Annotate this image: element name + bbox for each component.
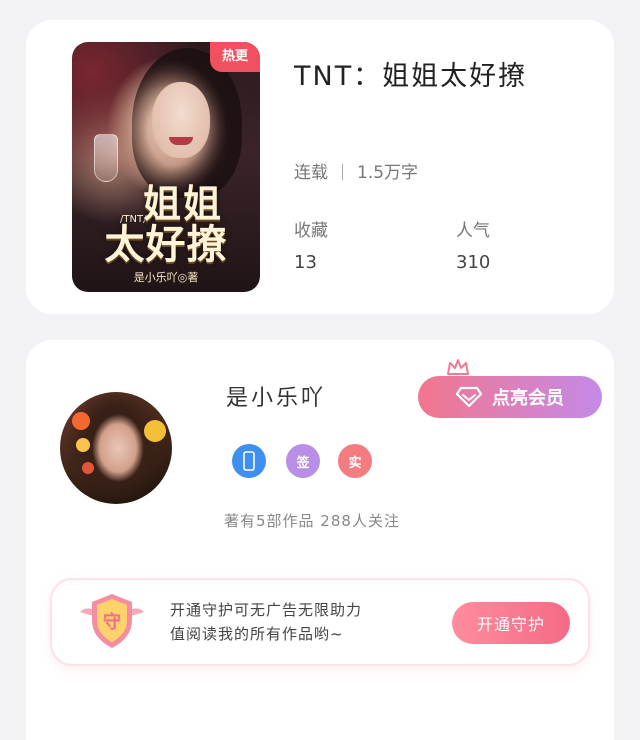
crown-icon — [447, 359, 469, 375]
favorites-value: 13 — [294, 252, 317, 273]
author-card: 是小乐吖 点亮会员 签 实 著有5部作品 288人关注 守 开通守护可无广告无限… — [26, 340, 614, 740]
real-name-badge: 实 — [338, 444, 372, 478]
cover-author: 是小乐吖◎著 — [133, 271, 199, 284]
cover-title-line1: 姐姐 — [142, 181, 223, 227]
book-status: 连载 — [294, 163, 328, 183]
guard-text-line1: 开通守护可无广告无限助力 — [170, 601, 363, 619]
open-guard-button[interactable]: 开通守护 — [452, 602, 570, 644]
guard-text: 开通守护可无广告无限助力 值阅读我的所有作品哟~ — [170, 598, 362, 646]
avatar-flower — [76, 438, 90, 452]
book-cover[interactable]: /TNT/ 姐姐 太好撩 是小乐吖◎著 热更 — [72, 42, 260, 292]
avatar-flower — [82, 462, 94, 474]
book-word-count: 1.5万字 — [357, 163, 419, 183]
cover-title-art: 姐姐 太好撩 — [72, 184, 260, 266]
avatar-flower — [72, 412, 90, 430]
sign-badge: 签 — [286, 444, 320, 478]
meta-divider — [342, 164, 343, 180]
vip-button-label: 点亮会员 — [492, 388, 564, 409]
shield-char: 守 — [103, 611, 121, 633]
guard-banner[interactable]: 守 开通守护可无广告无限助力 值阅读我的所有作品哟~ 开通守护 — [52, 580, 588, 664]
vip-button[interactable]: 点亮会员 — [418, 376, 602, 418]
hot-update-badge: 热更 — [210, 42, 260, 72]
diamond-icon — [456, 386, 482, 408]
guard-text-line2: 值阅读我的所有作品哟~ — [170, 625, 344, 643]
book-info-card: /TNT/ 姐姐 太好撩 是小乐吖◎著 热更 TNT：姐姐太好撩 连载 1.5万字… — [26, 20, 614, 314]
cover-glass — [94, 134, 118, 182]
popularity-value: 310 — [456, 252, 491, 273]
author-avatar[interactable] — [60, 392, 172, 504]
author-name[interactable]: 是小乐吖 — [226, 380, 326, 412]
shield-icon: 守 — [80, 594, 144, 648]
popularity-label: 人气 — [456, 221, 490, 241]
phone-glyph — [243, 451, 255, 471]
favorites-label: 收藏 — [294, 221, 328, 241]
book-meta: 连载 1.5万字 — [294, 158, 418, 183]
cover-title-line2: 太好撩 — [104, 221, 228, 268]
phone-icon — [232, 444, 266, 478]
book-title: TNT：姐姐太好撩 — [294, 61, 528, 92]
avatar-flower — [144, 420, 166, 442]
cover-face — [152, 82, 210, 158]
author-stats: 著有5部作品 288人关注 — [224, 512, 400, 530]
